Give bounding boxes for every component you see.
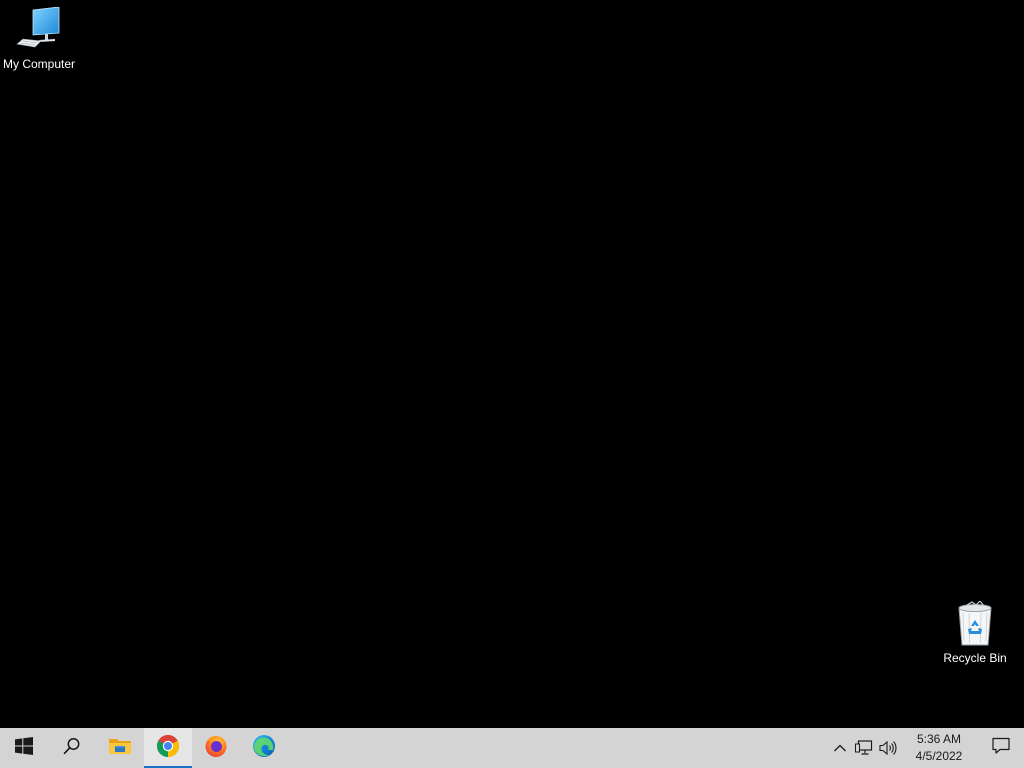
search-icon	[63, 737, 81, 760]
clock-date: 4/5/2022	[915, 749, 963, 763]
chrome-icon	[156, 734, 180, 763]
notification-icon	[992, 737, 1010, 760]
clock-time: 5:36 AM	[916, 732, 962, 746]
desktop-icon-my-computer[interactable]: My Computer	[0, 6, 79, 71]
computer-icon	[15, 6, 63, 54]
volume-icon[interactable]	[876, 728, 900, 768]
edge-icon	[252, 734, 276, 763]
desktop-icon-label: Recycle Bin	[943, 651, 1007, 665]
network-icon[interactable]	[852, 728, 876, 768]
system-tray: 5:36 AM 4/5/2022	[828, 728, 1024, 768]
desktop-icon-recycle-bin[interactable]: Recycle Bin	[935, 600, 1015, 665]
folder-icon	[108, 736, 132, 761]
chevron-up-icon[interactable]	[828, 728, 852, 768]
recycle-bin-icon	[951, 600, 999, 648]
start-button[interactable]	[0, 728, 48, 768]
taskbar: 5:36 AM 4/5/2022	[0, 728, 1024, 768]
edge-button[interactable]	[240, 728, 288, 768]
action-center-button[interactable]	[978, 728, 1024, 768]
firefox-button[interactable]	[192, 728, 240, 768]
firefox-icon	[204, 734, 228, 763]
desktop-icon-label: My Computer	[2, 57, 76, 71]
chrome-button[interactable]	[144, 728, 192, 768]
file-explorer-button[interactable]	[96, 728, 144, 768]
search-button[interactable]	[48, 728, 96, 768]
desktop[interactable]: My Computer Recycle Bin	[0, 0, 1024, 728]
clock[interactable]: 5:36 AM 4/5/2022	[906, 728, 972, 768]
windows-logo-icon	[15, 736, 33, 760]
